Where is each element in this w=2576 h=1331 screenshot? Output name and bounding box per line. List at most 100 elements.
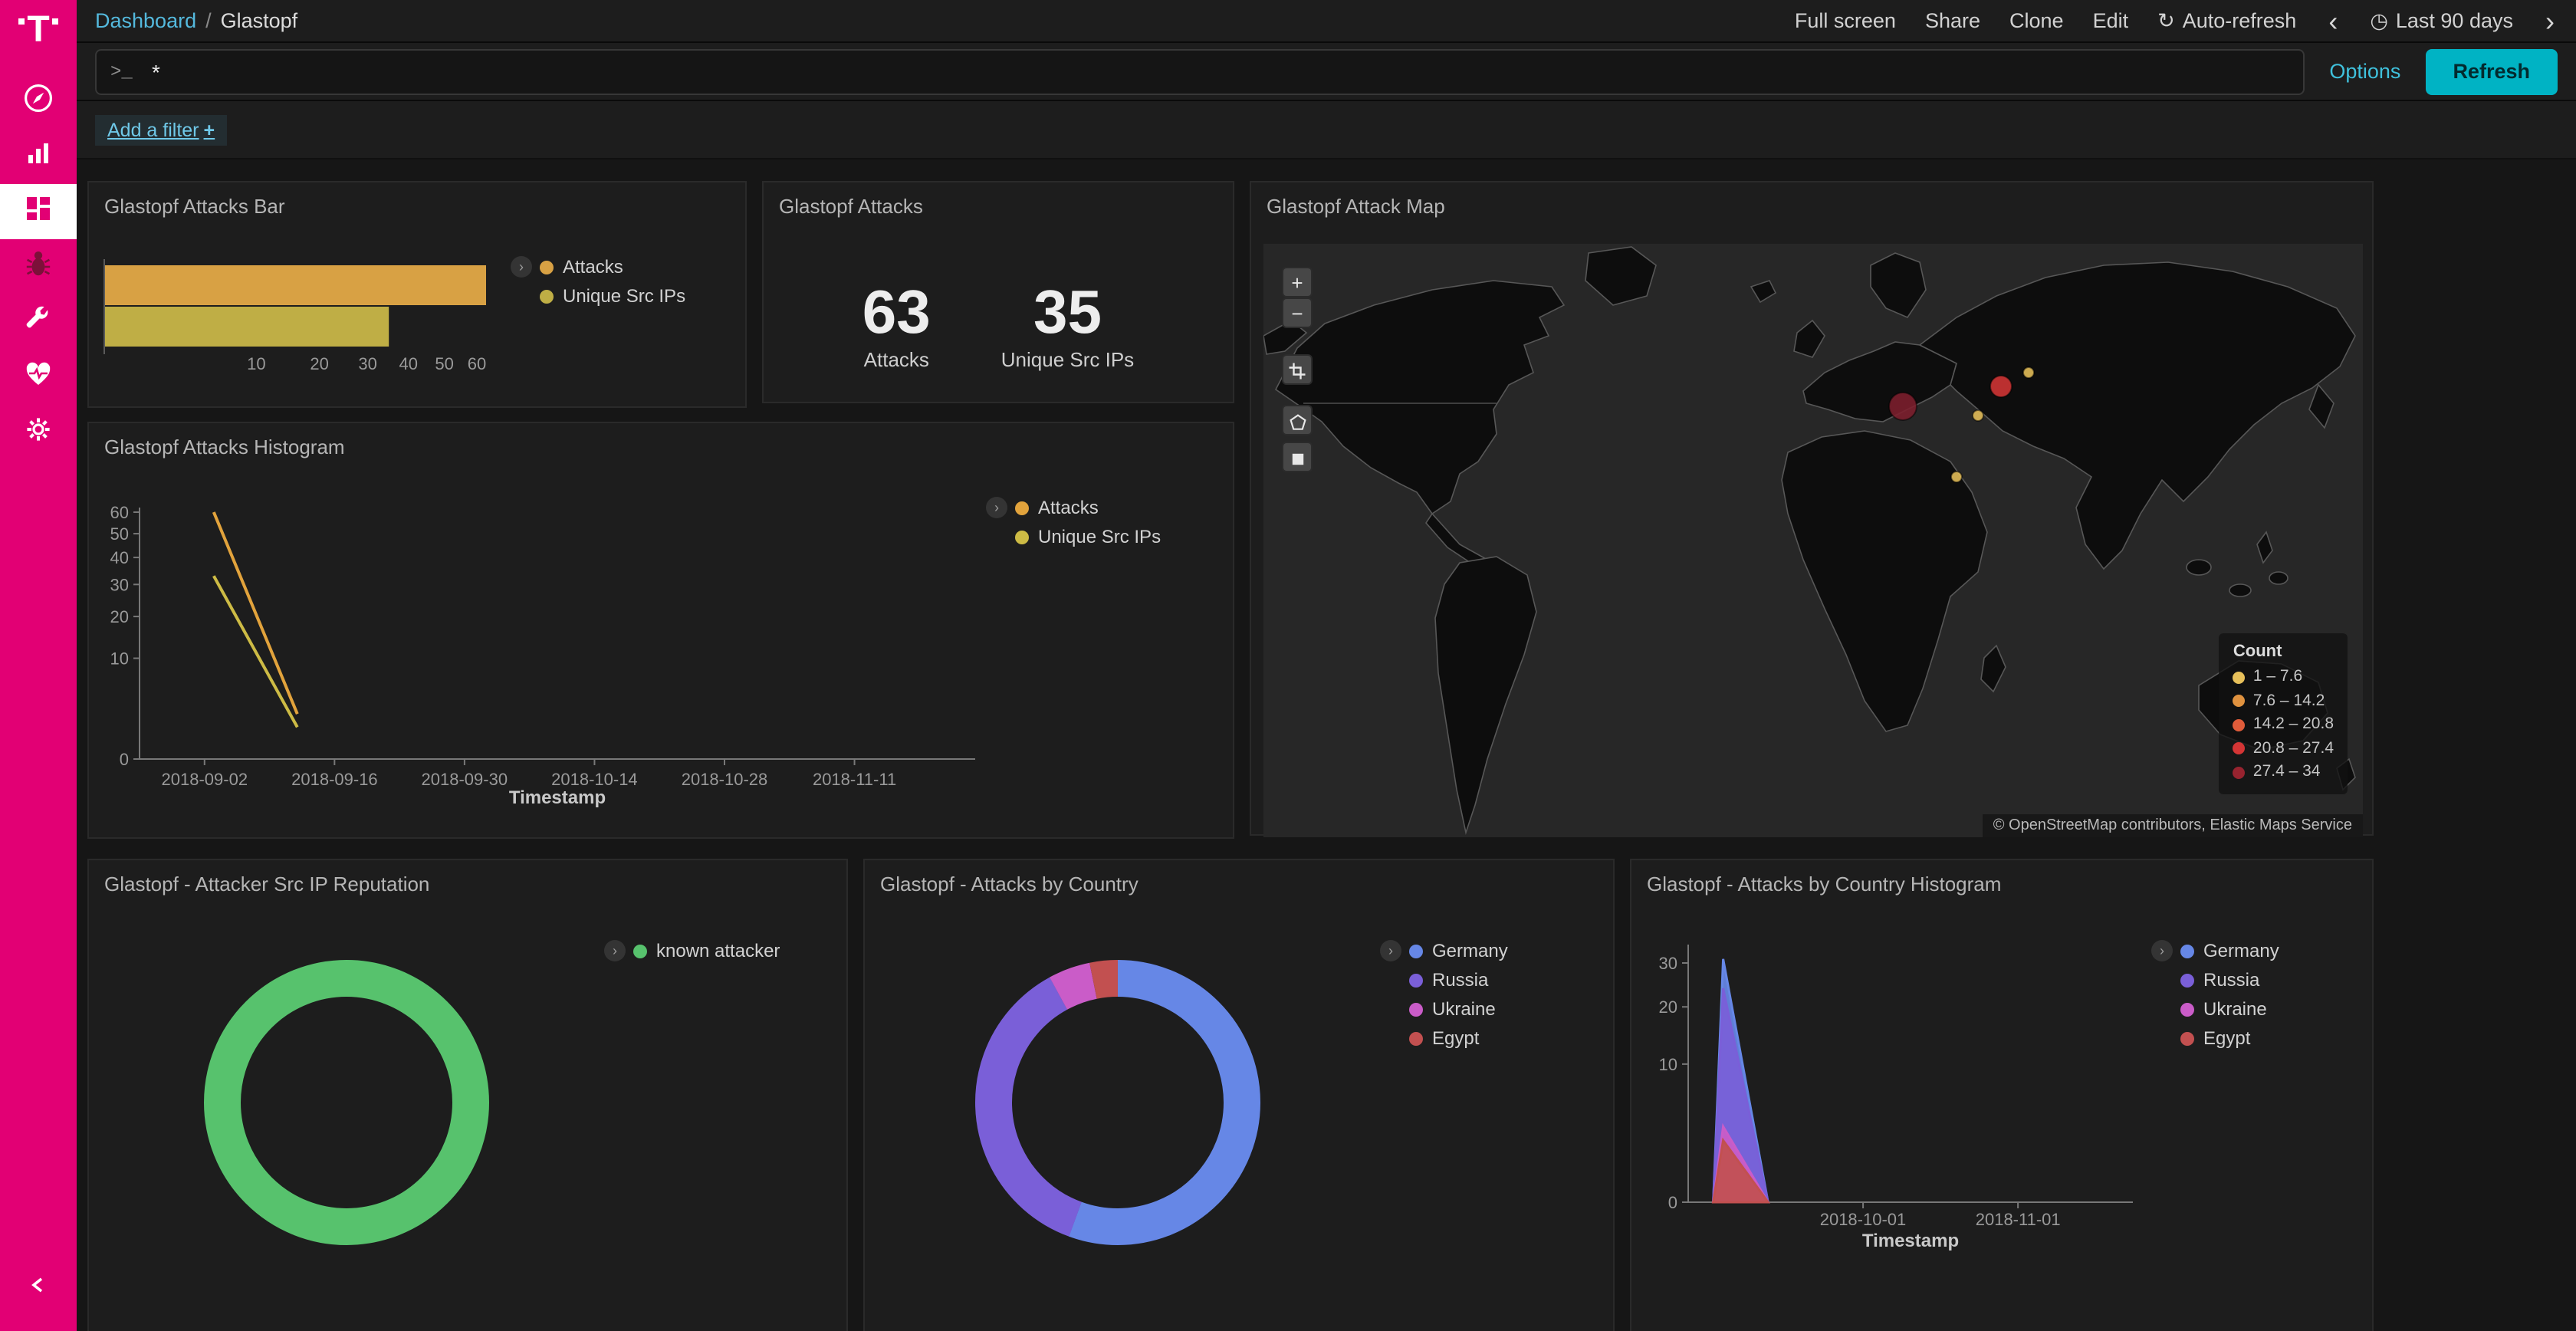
query-bar: >_ Options Refresh <box>77 43 2576 101</box>
legend-label[interactable]: known attacker <box>656 940 780 961</box>
legend: Attacks Unique Src IPs <box>540 256 685 307</box>
legend-collapse-button[interactable]: › <box>604 940 626 961</box>
svg-text:50: 50 <box>435 354 453 373</box>
sidebar-item-t-pot[interactable] <box>0 239 77 294</box>
legend-item[interactable]: Egypt <box>2180 1027 2279 1049</box>
legend-label[interactable]: Unique Src IPs <box>563 285 685 307</box>
fit-bounds-button[interactable] <box>1283 356 1311 383</box>
compass-icon <box>21 81 55 122</box>
legend-label[interactable]: Russia <box>2203 969 2259 991</box>
panel-src-ip-reputation: Glastopf - Attacker Src IP Reputation › … <box>87 859 848 1331</box>
svg-text:20: 20 <box>1659 997 1677 1017</box>
heartbeat-icon <box>21 357 55 398</box>
legend-label[interactable]: Attacks <box>563 256 623 278</box>
legend-collapse-button[interactable]: › <box>986 497 1007 518</box>
legend-label[interactable]: Germany <box>1432 940 1508 961</box>
legend-item[interactable]: Russia <box>2180 969 2279 991</box>
svg-text:10: 10 <box>1659 1055 1677 1074</box>
share-button[interactable]: Share <box>1925 9 1980 32</box>
legend-item[interactable]: known attacker <box>633 940 780 961</box>
draw-rectangle-button[interactable] <box>1283 443 1311 471</box>
full-screen-button[interactable]: Full screen <box>1795 9 1896 32</box>
legend-collapse-button[interactable]: › <box>511 256 532 278</box>
zoom-out-button[interactable]: − <box>1283 299 1311 327</box>
dashboard-grid: Glastopf Attacks Bar 102030405060 › Atta… <box>77 159 2576 1331</box>
panel-title: Glastopf - Attacks by Country <box>865 860 1613 896</box>
time-prev-button[interactable]: ‹ <box>2325 7 2341 35</box>
legend-label[interactable]: Ukraine <box>1432 998 1496 1020</box>
legend-item[interactable]: Unique Src IPs <box>540 285 685 307</box>
sidebar-item-monitoring[interactable] <box>0 350 77 405</box>
legend-item[interactable]: Attacks <box>540 256 685 278</box>
gear-icon <box>21 412 55 453</box>
svg-text:20: 20 <box>110 607 129 626</box>
legend-label[interactable]: Egypt <box>1432 1027 1479 1049</box>
breadcrumb-dashboard-link[interactable]: Dashboard <box>95 9 196 32</box>
legend-item[interactable]: Attacks <box>1015 497 1161 518</box>
legend-item[interactable]: Germany <box>1409 940 1508 961</box>
time-next-button[interactable]: › <box>2542 7 2558 35</box>
breadcrumb-separator: / <box>205 9 212 32</box>
map-tiles[interactable] <box>1263 244 2363 837</box>
sidebar-item-management[interactable] <box>0 405 77 460</box>
legend-label[interactable]: Russia <box>1432 969 1488 991</box>
donut-chart[interactable] <box>193 949 500 1256</box>
svg-text:2018-10-01: 2018-10-01 <box>1820 1210 1907 1229</box>
legend-label[interactable]: Germany <box>2203 940 2279 961</box>
line-chart[interactable]: 01020304050602018-09-022018-09-162018-09… <box>89 423 1236 840</box>
legend-item[interactable]: Russia <box>1409 969 1508 991</box>
logo-letter: T <box>27 12 49 49</box>
legend-color-dot <box>1015 501 1029 514</box>
legend-item[interactable]: Ukraine <box>2180 998 2279 1020</box>
legend-color-dot <box>633 944 647 958</box>
legend-item[interactable]: Unique Src IPs <box>1015 526 1161 547</box>
sidebar-item-dashboard[interactable] <box>0 184 77 239</box>
world-map[interactable]: + − Count 1 – 7.67.6 – 14.214.2 – 20.820… <box>1263 244 2363 837</box>
clone-button[interactable]: Clone <box>2009 9 2064 32</box>
clock-icon: ◷ <box>2370 8 2388 33</box>
time-range-button[interactable]: ◷Last 90 days <box>2370 8 2513 33</box>
donut-chart[interactable] <box>964 949 1271 1256</box>
svg-text:2018-11-01: 2018-11-01 <box>1976 1210 2061 1229</box>
auto-refresh-button[interactable]: ↻Auto-refresh <box>2157 8 2296 33</box>
legend-item[interactable]: Egypt <box>1409 1027 1508 1049</box>
panel-attack-map: Glastopf Attack Map <box>1250 181 2374 836</box>
query-input[interactable] <box>95 48 2305 94</box>
area-chart[interactable]: 01020302018-10-012018-11-01 <box>1631 860 2375 1331</box>
svg-text:60: 60 <box>468 354 486 373</box>
add-filter-link[interactable]: Add a filter+ <box>95 114 227 145</box>
legend-color-dot <box>1409 1031 1423 1045</box>
metric-label: Unique Src IPs <box>1001 348 1134 371</box>
svg-text:10: 10 <box>110 649 129 669</box>
app-root: T <box>0 0 2576 1331</box>
legend-item[interactable]: Germany <box>2180 940 2279 961</box>
legend-collapse-button[interactable]: › <box>2151 940 2173 961</box>
legend-color-dot <box>2180 1002 2194 1016</box>
refresh-button[interactable]: Refresh <box>2425 48 2558 94</box>
map-legend-row: 20.8 – 27.4 <box>2233 737 2334 761</box>
svg-text:60: 60 <box>110 503 129 522</box>
metric-value: 63 <box>863 279 931 347</box>
legend-label[interactable]: Ukraine <box>2203 998 2267 1020</box>
legend-color-dot <box>2233 767 2246 779</box>
map-attribution: © OpenStreetMap contributors, Elastic Ma… <box>1983 814 2363 837</box>
options-link[interactable]: Options <box>2329 60 2400 83</box>
topbar: Dashboard/Glastopf Full screen Share Clo… <box>77 0 2576 43</box>
sidebar-item-visualize[interactable] <box>0 129 77 184</box>
telekom-logo[interactable]: T <box>18 12 58 49</box>
legend-label[interactable]: Egypt <box>2203 1027 2250 1049</box>
sidebar-item-dev-tools[interactable] <box>0 294 77 350</box>
sidebar-item-discover[interactable] <box>0 74 77 129</box>
edit-button[interactable]: Edit <box>2093 9 2129 32</box>
zoom-in-button[interactable]: + <box>1283 268 1311 296</box>
legend-collapse-button[interactable]: › <box>1380 940 1401 961</box>
legend-item[interactable]: Ukraine <box>1409 998 1508 1020</box>
metric-attacks: 63 Attacks <box>863 279 931 371</box>
breadcrumb: Dashboard/Glastopf <box>95 9 297 32</box>
draw-polygon-button[interactable] <box>1283 406 1311 434</box>
legend-label[interactable]: Attacks <box>1038 497 1099 518</box>
legend-label[interactable]: Unique Src IPs <box>1038 526 1161 547</box>
panel-attacks-bar: Glastopf Attacks Bar 102030405060 › Atta… <box>87 181 747 408</box>
sidebar-collapse-button[interactable] <box>0 1260 77 1316</box>
panel-attacks-by-country: Glastopf - Attacks by Country › Germany R… <box>863 859 1615 1331</box>
